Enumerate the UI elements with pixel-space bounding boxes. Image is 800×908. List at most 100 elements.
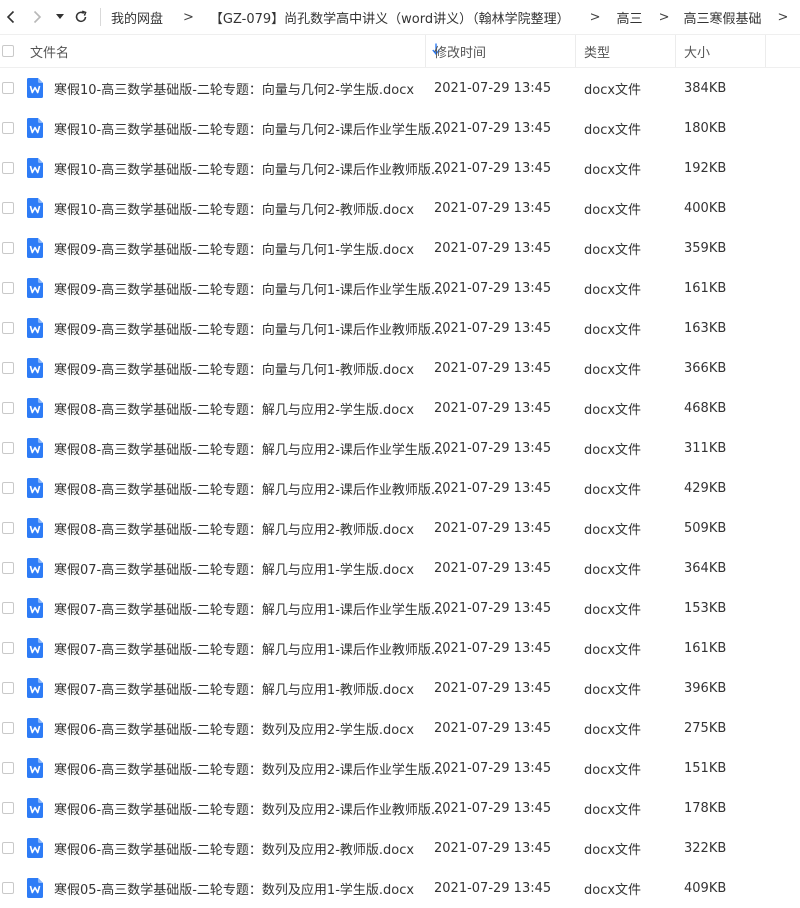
breadcrumb-item-grade[interactable]: 高三 [617,8,643,27]
file-name[interactable]: 寒假07-高三数学基础版-二轮专题：解几与应用1-教师版.docx [54,679,414,698]
row-checkbox[interactable] [2,442,14,454]
column-header-size-label: 大小 [684,45,711,61]
file-row-3[interactable]: 寒假10-高三数学基础版-二轮专题：向量与几何2-课后作业教师版.... 202… [0,148,800,188]
file-modified-time: 2021-07-29 13:45 [434,680,552,696]
file-row-13[interactable]: 寒假07-高三数学基础版-二轮专题：解几与应用1-学生版.docx 2021-0… [0,548,800,588]
row-checkbox[interactable] [2,602,14,614]
file-name[interactable]: 寒假08-高三数学基础版-二轮专题：解几与应用2-课后作业学生版.... [54,439,447,458]
column-header-type[interactable]: 类型 [576,35,676,67]
file-row-17[interactable]: 寒假06-高三数学基础版-二轮专题：数列及应用2-学生版.docx 2021-0… [0,708,800,748]
file-name[interactable]: 寒假08-高三数学基础版-二轮专题：解几与应用2-学生版.docx [54,399,414,418]
file-name[interactable]: 寒假09-高三数学基础版-二轮专题：向量与几何1-学生版.docx [54,239,414,258]
row-checkbox[interactable] [2,242,14,254]
row-checkbox[interactable] [2,482,14,494]
word-document-icon [27,438,43,458]
file-type: docx文件 [584,722,642,738]
file-name[interactable]: 寒假06-高三数学基础版-二轮专题：数列及应用2-教师版.docx [54,839,414,858]
file-row-5[interactable]: 寒假09-高三数学基础版-二轮专题：向量与几何1-学生版.docx 2021-0… [0,228,800,268]
file-type: docx文件 [584,562,642,578]
file-name[interactable]: 寒假10-高三数学基础版-二轮专题：向量与几何2-课后作业学生版.... [54,119,447,138]
file-row-10[interactable]: 寒假08-高三数学基础版-二轮专题：解几与应用2-课后作业学生版.... 202… [0,428,800,468]
file-size: 180KB [684,120,727,136]
row-checkbox[interactable] [2,282,14,294]
chevron-left-icon [6,10,15,24]
row-checkbox[interactable] [2,82,14,94]
word-document-icon [27,238,43,258]
file-modified-time: 2021-07-29 13:45 [434,600,552,616]
file-name[interactable]: 寒假09-高三数学基础版-二轮专题：向量与几何1-教师版.docx [54,359,414,378]
file-row-2[interactable]: 寒假10-高三数学基础版-二轮专题：向量与几何2-课后作业学生版.... 202… [0,108,800,148]
word-document-icon [27,78,43,98]
breadcrumb-separator: > [658,9,670,25]
file-row-20[interactable]: 寒假06-高三数学基础版-二轮专题：数列及应用2-教师版.docx 2021-0… [0,828,800,868]
file-name[interactable]: 寒假10-高三数学基础版-二轮专题：向量与几何2-课后作业教师版.... [54,159,447,178]
navigation-bar: 我的网盘 > 【GZ-079】尚孔数学高中讲义（word讲义）（翰林学院整理） … [0,0,800,34]
file-name[interactable]: 寒假07-高三数学基础版-二轮专题：解几与应用1-课后作业教师版.... [54,639,447,658]
row-checkbox[interactable] [2,842,14,854]
breadcrumb-item-current[interactable]: 高三寒假基础 [683,8,761,27]
file-row-16[interactable]: 寒假07-高三数学基础版-二轮专题：解几与应用1-教师版.docx 2021-0… [0,668,800,708]
file-row-15[interactable]: 寒假07-高三数学基础版-二轮专题：解几与应用1-课后作业教师版.... 202… [0,628,800,668]
file-size: 409KB [684,880,727,896]
row-checkbox[interactable] [2,322,14,334]
word-document-icon [27,638,43,658]
file-size: 509KB [684,520,727,536]
file-row-8[interactable]: 寒假09-高三数学基础版-二轮专题：向量与几何1-教师版.docx 2021-0… [0,348,800,388]
file-row-14[interactable]: 寒假07-高三数学基础版-二轮专题：解几与应用1-课后作业学生版.... 202… [0,588,800,628]
file-size: 396KB [684,680,727,696]
file-row-4[interactable]: 寒假10-高三数学基础版-二轮专题：向量与几何2-教师版.docx 2021-0… [0,188,800,228]
word-document-icon [27,358,43,378]
file-name[interactable]: 寒假10-高三数学基础版-二轮专题：向量与几何2-学生版.docx [54,79,414,98]
row-checkbox[interactable] [2,882,14,894]
file-row-6[interactable]: 寒假09-高三数学基础版-二轮专题：向量与几何1-课后作业学生版.... 202… [0,268,800,308]
row-checkbox[interactable] [2,362,14,374]
row-checkbox[interactable] [2,682,14,694]
file-row-9[interactable]: 寒假08-高三数学基础版-二轮专题：解几与应用2-学生版.docx 2021-0… [0,388,800,428]
row-checkbox[interactable] [2,722,14,734]
file-type: docx文件 [584,122,642,138]
select-all-checkbox[interactable] [2,45,14,57]
file-name[interactable]: 寒假07-高三数学基础版-二轮专题：解几与应用1-学生版.docx [54,559,414,578]
file-name[interactable]: 寒假06-高三数学基础版-二轮专题：数列及应用2-课后作业学生版.... [54,759,447,778]
breadcrumb-item-collection[interactable]: 【GZ-079】尚孔数学高中讲义（word讲义）（翰林学院整理） [210,8,570,27]
file-row-12[interactable]: 寒假08-高三数学基础版-二轮专题：解几与应用2-教师版.docx 2021-0… [0,508,800,548]
column-header-name[interactable]: 文件名 [22,35,440,67]
file-name[interactable]: 寒假06-高三数学基础版-二轮专题：数列及应用2-学生版.docx [54,719,414,738]
row-checkbox[interactable] [2,762,14,774]
row-checkbox[interactable] [2,522,14,534]
file-name[interactable]: 寒假07-高三数学基础版-二轮专题：解几与应用1-课后作业学生版.... [54,599,447,618]
column-header-name-label: 文件名 [30,45,70,61]
file-name[interactable]: 寒假09-高三数学基础版-二轮专题：向量与几何1-课后作业教师版.... [54,319,447,338]
row-checkbox[interactable] [2,802,14,814]
breadcrumb: 我的网盘 > 【GZ-079】尚孔数学高中讲义（word讲义）（翰林学院整理） … [111,8,788,27]
breadcrumb-item-root[interactable]: 我的网盘 [111,8,163,27]
column-header-size[interactable]: 大小 [676,35,766,67]
row-checkbox[interactable] [2,162,14,174]
file-row-19[interactable]: 寒假06-高三数学基础版-二轮专题：数列及应用2-课后作业教师版.... 202… [0,788,800,828]
file-name[interactable]: 寒假09-高三数学基础版-二轮专题：向量与几何1-课后作业学生版.... [54,279,447,298]
row-checkbox[interactable] [2,202,14,214]
forward-button[interactable] [22,0,52,34]
column-header-modified[interactable]: 修改时间 [426,35,576,67]
file-type: docx文件 [584,882,642,898]
file-name[interactable]: 寒假08-高三数学基础版-二轮专题：解几与应用2-课后作业教师版.... [54,479,447,498]
file-row-11[interactable]: 寒假08-高三数学基础版-二轮专题：解几与应用2-课后作业教师版.... 202… [0,468,800,508]
refresh-button[interactable] [68,0,94,34]
file-size: 153KB [684,600,727,616]
row-checkbox[interactable] [2,402,14,414]
file-type: docx文件 [584,82,642,98]
row-checkbox[interactable] [2,562,14,574]
file-row-1[interactable]: 寒假10-高三数学基础版-二轮专题：向量与几何2-学生版.docx 2021-0… [0,68,800,108]
file-name[interactable]: 寒假08-高三数学基础版-二轮专题：解几与应用2-教师版.docx [54,519,414,538]
history-dropdown-button[interactable] [52,0,68,34]
file-name[interactable]: 寒假05-高三数学基础版-二轮专题：数列及应用1-学生版.docx [54,879,414,898]
row-checkbox[interactable] [2,642,14,654]
row-checkbox[interactable] [2,122,14,134]
file-name[interactable]: 寒假10-高三数学基础版-二轮专题：向量与几何2-教师版.docx [54,199,414,218]
file-name[interactable]: 寒假06-高三数学基础版-二轮专题：数列及应用2-课后作业教师版.... [54,799,447,818]
back-button[interactable] [0,0,22,34]
file-row-21[interactable]: 寒假05-高三数学基础版-二轮专题：数列及应用1-学生版.docx 2021-0… [0,868,800,908]
file-row-7[interactable]: 寒假09-高三数学基础版-二轮专题：向量与几何1-课后作业教师版.... 202… [0,308,800,348]
file-row-18[interactable]: 寒假06-高三数学基础版-二轮专题：数列及应用2-课后作业学生版.... 202… [0,748,800,788]
file-modified-time: 2021-07-29 13:45 [434,720,552,736]
